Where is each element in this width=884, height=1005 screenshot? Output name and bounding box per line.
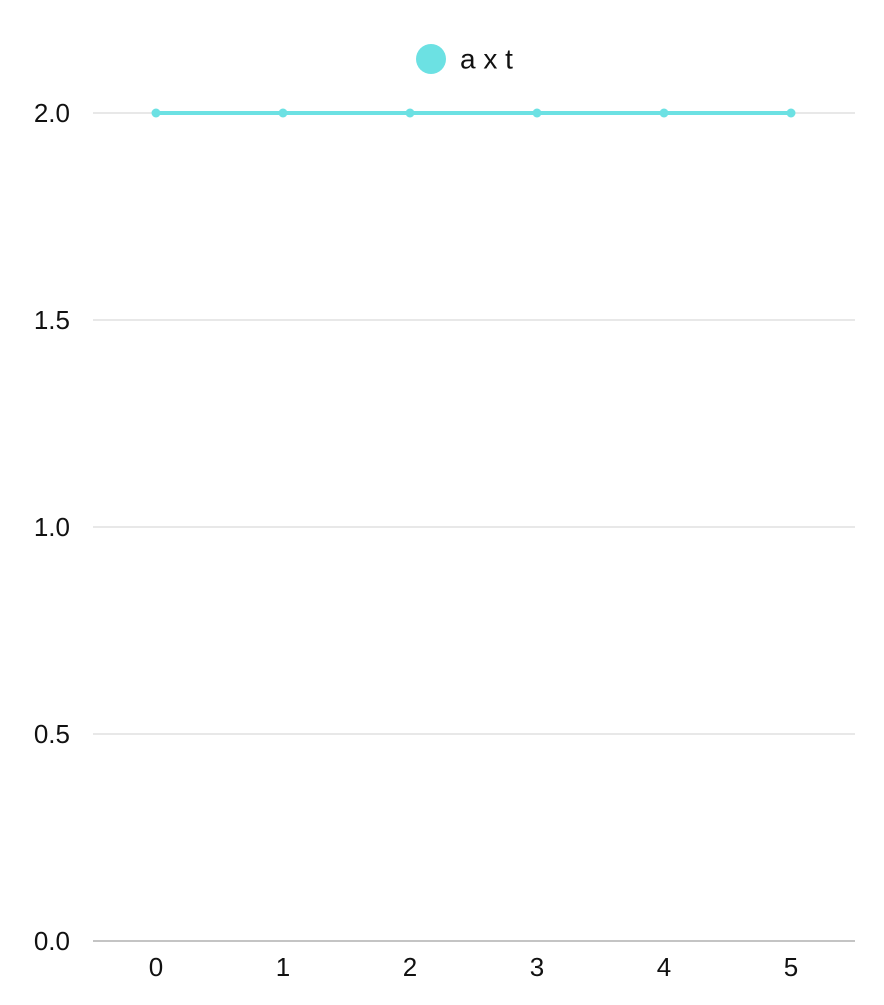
grid-lines: [93, 112, 855, 735]
x-tick-label: 0: [149, 952, 163, 982]
data-point: [278, 108, 288, 118]
line-chart: 0.0 0.5 1.0 1.5 2.0 0 1 2 3 4 5 a x t: [34, 44, 855, 982]
y-axis-tick-labels: 0.0 0.5 1.0 1.5 2.0: [34, 98, 70, 956]
x-tick-label: 1: [276, 952, 290, 982]
x-axis-tick-labels: 0 1 2 3 4 5: [149, 952, 798, 982]
y-tick-label: 1.5: [34, 305, 70, 335]
legend[interactable]: a x t: [416, 44, 513, 75]
y-tick-label: 2.0: [34, 98, 70, 128]
y-tick-label: 0.5: [34, 719, 70, 749]
series-group: [151, 108, 796, 118]
data-point: [659, 108, 669, 118]
data-point: [405, 108, 415, 118]
y-tick-label: 0.0: [34, 926, 70, 956]
data-point: [786, 108, 796, 118]
x-tick-label: 2: [403, 952, 417, 982]
legend-label: a x t: [460, 44, 513, 75]
x-tick-label: 4: [657, 952, 671, 982]
x-tick-label: 3: [530, 952, 544, 982]
x-tick-label: 5: [784, 952, 798, 982]
data-point: [151, 108, 161, 118]
legend-swatch-icon: [416, 44, 446, 74]
data-point: [532, 108, 542, 118]
y-tick-label: 1.0: [34, 512, 70, 542]
